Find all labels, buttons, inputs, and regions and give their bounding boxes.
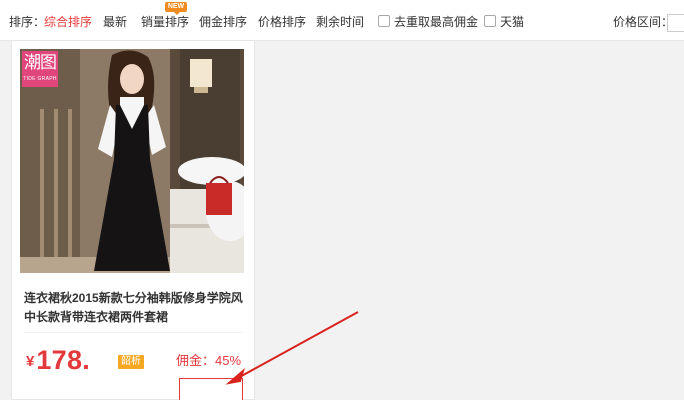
product-price: ¥178. — [26, 345, 90, 376]
product-title[interactable]: 连衣裙秋2015新款七分袖韩版修身学院风中长款背带连衣裙两件套裙 — [24, 289, 246, 327]
brand-logo-subtext: TIDE GRAPH — [23, 76, 57, 82]
tmall-checkbox[interactable] — [484, 15, 496, 27]
discount-tag: 韶析 — [118, 355, 144, 369]
price-range-min-input[interactable] — [667, 14, 684, 32]
sort-option-sales[interactable]: 销量排序 — [141, 15, 189, 29]
sort-label: 排序： — [9, 15, 46, 29]
commission-rate: 佣金：45% — [176, 353, 242, 368]
card-divider — [24, 332, 242, 333]
promote-button[interactable] — [179, 378, 243, 400]
brand-logo-text: 潮图 — [24, 53, 57, 73]
brand-logo: 潮图 TIDE GRAPH — [22, 51, 58, 87]
product-card[interactable]: 潮图 TIDE GRAPH 连衣裙秋2015新款七分袖韩版修身学院风中长款背带连… — [11, 40, 255, 400]
sort-option-newest[interactable]: 最新 — [103, 15, 127, 29]
dedupe-highest-commission-label: 去重取最高佣金 — [394, 15, 479, 29]
new-badge: NEW — [165, 2, 187, 15]
dedupe-highest-commission-checkbox[interactable] — [378, 15, 390, 27]
sort-option-remaining-time[interactable]: 剩余时间 — [316, 15, 364, 29]
tmall-label: 天猫 — [500, 15, 525, 29]
sort-option-price[interactable]: 价格排序 — [258, 15, 306, 29]
sort-option-comprehensive[interactable]: 综合排序 — [44, 15, 92, 29]
sort-bar: 排序： 综合排序 最新 NEW 销量排序 佣金排序 价格排序 剩余时间 去重取最… — [0, 0, 684, 40]
price-range-label: 价格区间： — [613, 15, 674, 29]
price-value: 178. — [36, 345, 91, 375]
product-image[interactable]: 潮图 TIDE GRAPH — [20, 49, 244, 273]
currency-symbol: ¥ — [26, 353, 35, 370]
sort-option-commission[interactable]: 佣金排序 — [199, 15, 247, 29]
